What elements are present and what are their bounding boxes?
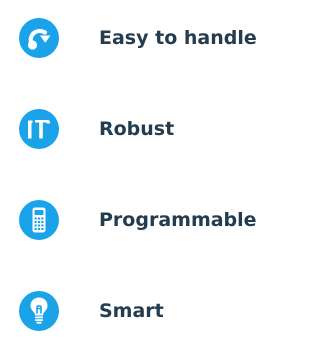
feature-label: Robust [99, 118, 175, 140]
lightbulb-icon [19, 291, 59, 331]
feature-list: Easy to handle Robust Programmable Smart [0, 0, 276, 338]
feature-label: Easy to handle [99, 27, 257, 49]
feature-label: Smart [99, 300, 164, 322]
feature-item-easy-to-handle: Easy to handle [19, 18, 257, 58]
feature-item-robust: Robust [19, 109, 174, 149]
turn-arrow-icon [19, 18, 59, 58]
feature-item-programmable: Programmable [19, 200, 257, 240]
feature-item-smart: Smart [19, 291, 164, 331]
hammer-icon [19, 109, 59, 149]
feature-label: Programmable [99, 209, 257, 231]
remote-control-icon [19, 200, 59, 240]
